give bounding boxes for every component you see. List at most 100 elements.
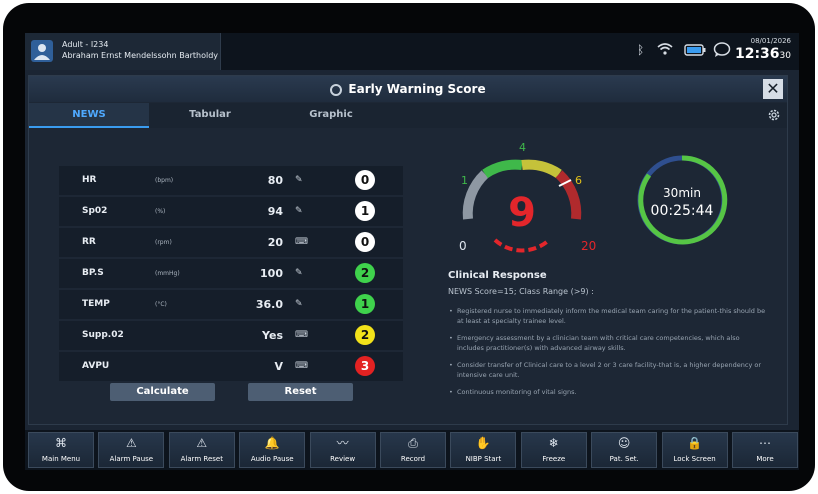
pen-icon[interactable]: ✎ (295, 290, 303, 319)
gauge-icon (330, 84, 343, 96)
parameter-name: Supp.02 (82, 330, 124, 340)
toolbar-button-label: More (756, 455, 774, 463)
audio-pause-icon: 🔔 (264, 436, 280, 450)
toolbar-button-nibp-start[interactable]: ✋ NIBP Start (450, 432, 517, 468)
toolbar-button-alarm-reset[interactable]: ⚠ Alarm Reset (168, 432, 235, 468)
freeze-icon: ❄ (548, 436, 559, 450)
parameter-name: TEMP (82, 299, 110, 309)
calculate-button[interactable]: Calculate (110, 383, 215, 401)
patient-type: Adult - I234 (62, 40, 109, 49)
pen-icon[interactable]: ✎ (295, 166, 303, 195)
clinical-response-subtitle: NEWS Score=15; Class Range (>9) : (448, 287, 594, 296)
pen-icon[interactable]: ✎ (295, 259, 303, 288)
patient-avatar-icon (31, 40, 53, 62)
bottom-toolbar: ⌘ Main Menu ⚠ Alarm Pause ⚠ Alarm Reset 🔔 Audio… (25, 430, 799, 470)
gauge-tick-4: 4 (519, 141, 526, 154)
wifi-icon (657, 43, 673, 58)
parameter-value[interactable]: 100 (239, 259, 283, 288)
clinical-response-title: Clinical Response (448, 270, 547, 281)
toolbar-button-label: Alarm Reset (180, 455, 223, 463)
settings-icon[interactable] (767, 108, 781, 122)
parameter-row[interactable]: Sp02 (%) 94 ✎ 1 (59, 197, 403, 226)
toolbar-button-freeze[interactable]: ❄ Freeze (520, 432, 587, 468)
parameter-score-badge: 1 (355, 201, 375, 221)
tab-bar: NEWS Tabular Graphic (29, 103, 787, 128)
parameter-row[interactable]: RR (rpm) 20 ⌨ 0 (59, 228, 403, 257)
parameter-score-badge: 0 (355, 232, 375, 252)
more-icon: ⋯ (759, 436, 771, 450)
message-icon[interactable] (713, 42, 731, 61)
parameter-row[interactable]: TEMP (°C) 36.0 ✎ 1 (59, 290, 403, 319)
parameter-unit: (rpm) (155, 239, 172, 246)
toolbar-button-label: Alarm Pause (109, 455, 154, 463)
parameter-unit: (mmHg) (155, 270, 180, 277)
parameter-value[interactable]: Yes (239, 321, 283, 350)
parameter-score-badge: 2 (355, 263, 375, 283)
parameter-name: RR (82, 237, 96, 247)
alarm-reset-icon: ⚠ (196, 436, 208, 450)
early-warning-score-dialog: Early Warning Score ✕ NEWS Tabular Graph… (28, 75, 788, 425)
patient-icon: ☺ (617, 436, 631, 450)
toolbar-button-pat-set[interactable]: ☺ Pat. Set. (591, 432, 658, 468)
reset-button[interactable]: Reset (248, 383, 353, 401)
parameter-score-badge: 2 (355, 325, 375, 345)
alarm-pause-icon: ⚠ (126, 436, 137, 450)
clinical-response-item: Emergency assessment by a clinician team… (449, 333, 767, 353)
parameter-row[interactable]: AVPU V ⌨ 3 (59, 352, 403, 381)
gauge-max-label: 20 (581, 239, 596, 253)
parameter-value[interactable]: 36.0 (239, 290, 283, 319)
parameter-row[interactable]: HR (bpm) 80 ✎ 0 (59, 166, 403, 195)
parameter-value[interactable]: 20 (239, 228, 283, 257)
toolbar-button-main-menu[interactable]: ⌘ Main Menu (28, 432, 94, 468)
pen-icon[interactable]: ✎ (295, 197, 303, 226)
close-button[interactable]: ✕ (763, 79, 783, 99)
parameter-unit: (bpm) (155, 177, 174, 184)
toolbar-button-label: Review (330, 455, 356, 463)
toolbar-button-record[interactable]: ⎙ Record (380, 432, 446, 468)
clinical-response-item: Continuous monitoring of vital signs. (449, 387, 767, 397)
bluetooth-icon: ᛒ (637, 43, 645, 57)
clinical-response-item: Registered nurse to immediately inform t… (449, 306, 767, 326)
status-date: 08/01/2026 (750, 37, 791, 45)
battery-icon (684, 44, 706, 59)
clinical-response-item: Consider transfer of Clinical care to a … (449, 360, 767, 380)
keyboard-icon[interactable]: ⌨ (295, 228, 308, 257)
toolbar-button-review[interactable]: 〰 Review (309, 432, 376, 468)
parameter-unit: (°C) (155, 301, 167, 308)
parameter-score-badge: 1 (355, 294, 375, 314)
dialog-title: Early Warning Score (29, 82, 787, 96)
toolbar-button-audio-pause[interactable]: 🔔 Audio Pause (239, 432, 306, 468)
parameter-row[interactable]: BP.S (mmHg) 100 ✎ 2 (59, 259, 403, 288)
toolbar-button-alarm-pause[interactable]: ⚠ Alarm Pause (98, 432, 165, 468)
keyboard-icon[interactable]: ⌨ (295, 321, 308, 350)
parameter-name: AVPU (82, 361, 110, 371)
parameter-value[interactable]: V (239, 352, 283, 381)
parameter-score-badge: 3 (355, 356, 375, 376)
toolbar-button-label: Audio Pause (250, 455, 294, 463)
toolbar-button-more[interactable]: ⋯ More (732, 432, 798, 468)
keyboard-icon[interactable]: ⌨ (295, 352, 308, 381)
review-icon: 〰 (336, 436, 349, 450)
toolbar-button-label: Freeze (542, 455, 566, 463)
parameter-value[interactable]: 94 (239, 197, 283, 226)
toolbar-button-label: Main Menu (41, 455, 81, 463)
parameter-value[interactable]: 80 (239, 166, 283, 195)
record-icon: ⎙ (408, 436, 418, 450)
parameter-score-badge: 0 (355, 170, 375, 190)
gauge-tick-1: 1 (461, 174, 468, 187)
patient-name: Abraham Ernst Mendelssohn Bartholdy (62, 51, 219, 60)
toolbar-button-label: Pat. Set. (609, 455, 639, 463)
lock-icon: 🔒 (687, 436, 703, 450)
toolbar-button-lock-screen[interactable]: 🔒 Lock Screen (661, 432, 728, 468)
tab-news[interactable]: NEWS (29, 103, 149, 128)
tab-tabular[interactable]: Tabular (150, 103, 270, 128)
parameter-row[interactable]: Supp.02 Yes ⌨ 2 (59, 321, 403, 350)
patient-info[interactable]: Adult - I234 Abraham Ernst Mendelssohn B… (25, 33, 221, 70)
toolbar-button-label: NIBP Start (465, 455, 502, 463)
timer-countdown: 00:25:44 (651, 203, 714, 219)
tab-graphic[interactable]: Graphic (271, 103, 391, 128)
monitor-screen: Adult - I234 Abraham Ernst Mendelssohn B… (25, 33, 799, 470)
gauge-min-label: 0 (459, 239, 467, 253)
gauge-tick-6: 6 (575, 174, 582, 187)
parameter-unit: (%) (155, 208, 166, 215)
